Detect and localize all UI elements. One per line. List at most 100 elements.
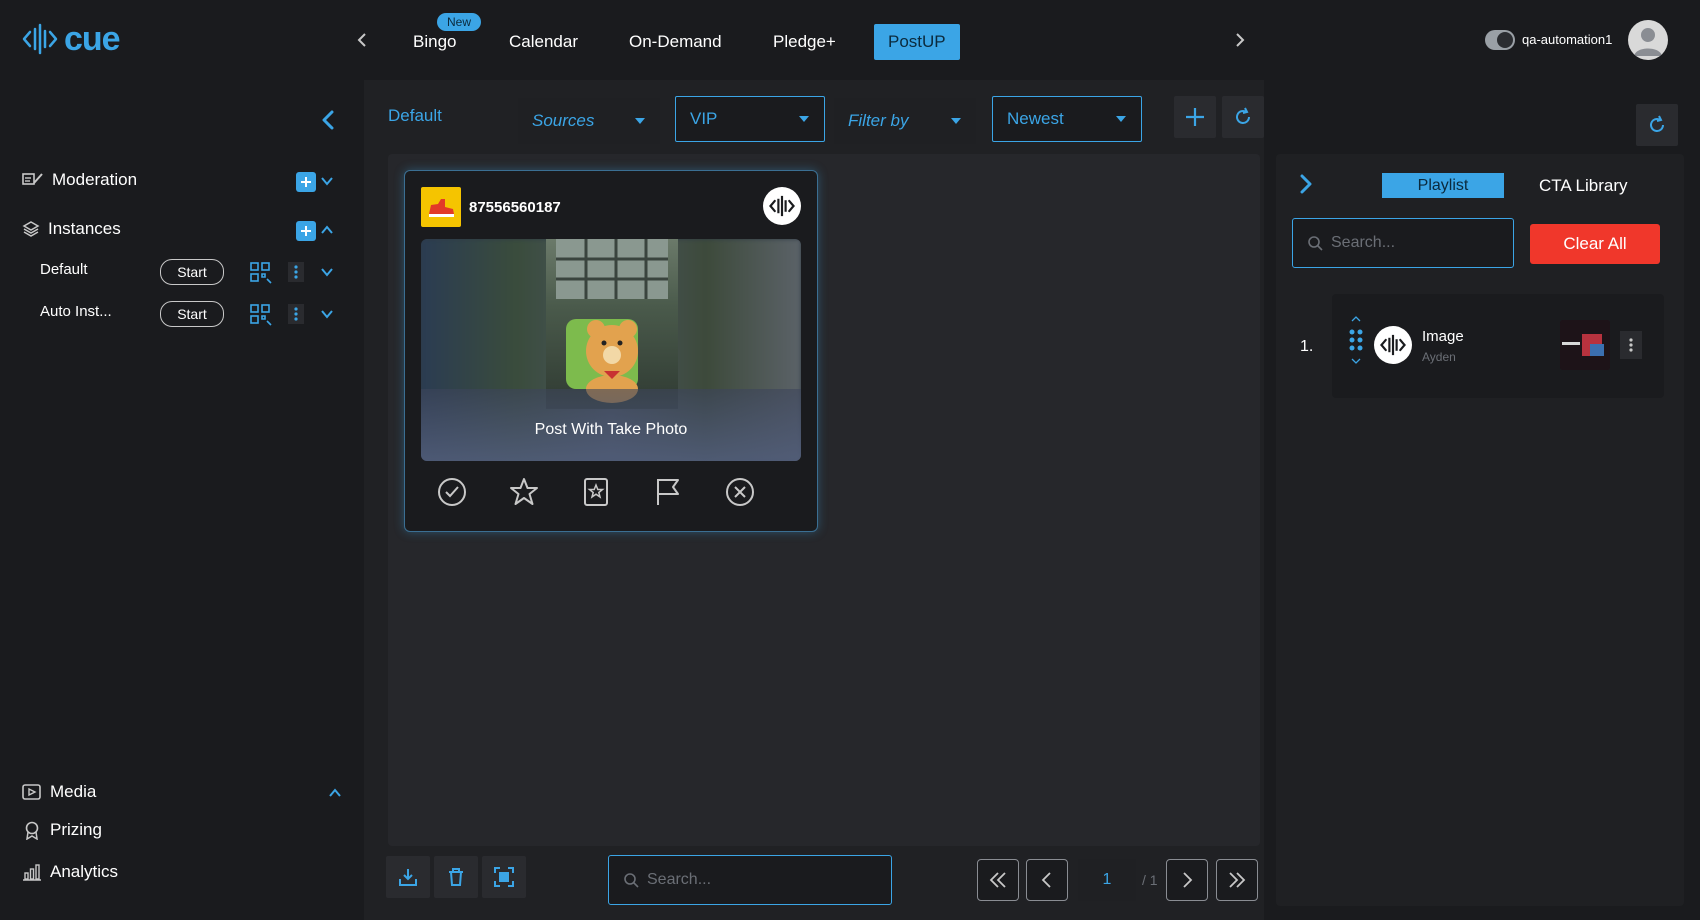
playlist-item-more-button[interactable] <box>1620 331 1642 359</box>
page-number-input[interactable]: 1 <box>1078 859 1136 901</box>
layers-icon <box>22 221 40 237</box>
post-card[interactable]: 87556560187 Post With Take Photo <box>404 170 818 532</box>
delete-button[interactable] <box>434 856 478 898</box>
theme-toggle[interactable] <box>1485 30 1515 50</box>
instance-label: Default <box>388 106 442 125</box>
prev-page-button[interactable] <box>1026 859 1068 901</box>
clear-all-button[interactable]: Clear All <box>1530 224 1660 264</box>
collapse-sidebar-button[interactable] <box>320 110 336 135</box>
caret-down-icon <box>635 118 645 124</box>
next-page-button[interactable] <box>1166 859 1208 901</box>
page-total: / 1 <box>1142 872 1158 888</box>
start-instance-button[interactable]: Start <box>160 259 224 285</box>
thumbnail-image <box>1560 320 1610 370</box>
dropdown-value: Sources <box>532 111 595 130</box>
collapse-panel-button[interactable] <box>1298 174 1314 199</box>
kebab-icon <box>288 262 304 282</box>
dropdown-value: Filter by <box>848 111 909 130</box>
vip-dropdown[interactable]: VIP <box>675 96 825 142</box>
expand-moderation-button[interactable] <box>320 174 334 193</box>
collapse-instances-button[interactable] <box>320 223 334 242</box>
chevron-left-icon <box>322 110 334 130</box>
tab-on-demand[interactable]: On-Demand <box>629 24 722 60</box>
avatar[interactable] <box>1628 20 1668 60</box>
approve-button[interactable] <box>435 475 469 509</box>
sidebar-item-analytics[interactable]: Analytics <box>22 862 118 882</box>
sidebar-item-media[interactable]: Media <box>22 782 96 802</box>
sidebar: Moderation Instances Default Start Auto … <box>0 80 364 920</box>
drag-handle[interactable] <box>1348 314 1364 381</box>
nav-next-button[interactable] <box>1228 28 1252 52</box>
instance-more-button[interactable] <box>288 262 304 287</box>
download-button[interactable] <box>386 856 430 898</box>
sidebar-item-label: Media <box>50 782 97 801</box>
close-circle-icon <box>726 478 754 506</box>
tab-bingo[interactable]: Bingo <box>413 24 456 60</box>
qr-code-button[interactable] <box>250 262 272 289</box>
posts-search-field[interactable]: Search... <box>608 855 892 905</box>
add-instance-button[interactable] <box>296 221 316 241</box>
chevrons-right-icon <box>1229 872 1246 888</box>
bookmark-button[interactable] <box>579 475 613 509</box>
refresh-button[interactable] <box>1222 96 1264 138</box>
expand-instance-button[interactable] <box>320 307 334 326</box>
chevron-down-icon <box>321 268 333 277</box>
sidebar-item-moderation[interactable]: Moderation <box>22 170 137 190</box>
nav-prev-button[interactable] <box>350 28 374 52</box>
username: qa-automation1 <box>1522 32 1613 47</box>
chevron-up-icon <box>321 225 333 234</box>
playlist-search-field[interactable]: Search... <box>1292 218 1514 268</box>
tab-calendar[interactable]: Calendar <box>509 24 578 60</box>
sources-dropdown[interactable]: Sources <box>518 98 660 144</box>
tab-postup[interactable]: PostUP <box>874 24 960 60</box>
dropdown-value: VIP <box>690 109 718 128</box>
tab-pledge-plus[interactable]: Pledge+ <box>773 24 836 60</box>
expand-instance-button[interactable] <box>320 265 334 284</box>
cue-logo[interactable]: cue <box>22 18 121 60</box>
reject-button[interactable] <box>723 475 757 509</box>
instance-name: Default <box>40 261 88 278</box>
tab-cta-library[interactable]: CTA Library <box>1539 176 1628 196</box>
cue-logo-icon <box>769 195 795 217</box>
filter-by-dropdown[interactable]: Filter by <box>834 98 976 144</box>
post-photo <box>546 239 678 409</box>
caret-down-icon <box>1116 116 1126 122</box>
teddy-bear-photo <box>556 239 668 403</box>
chevron-right-icon <box>1236 33 1245 47</box>
analytics-icon <box>23 864 41 881</box>
caret-down-icon <box>951 118 961 124</box>
qr-code-button[interactable] <box>250 304 272 331</box>
sidebar-item-instances[interactable]: Instances <box>22 219 121 239</box>
first-page-button[interactable] <box>977 859 1019 901</box>
sidebar-item-label: Instances <box>48 219 121 238</box>
cue-logo-icon <box>1380 334 1406 356</box>
chevron-down-icon <box>321 177 333 186</box>
shoe-icon <box>429 199 454 217</box>
flag-icon <box>657 479 679 505</box>
kebab-icon <box>1629 338 1633 352</box>
playlist-item[interactable]: Image Ayden <box>1332 294 1664 398</box>
playlist-item-title: Image <box>1422 328 1464 345</box>
favorite-button[interactable] <box>507 475 541 509</box>
select-all-button[interactable] <box>482 856 526 898</box>
moon-icon <box>1497 32 1513 48</box>
add-moderation-button[interactable] <box>296 172 316 192</box>
add-post-button[interactable] <box>1174 96 1216 138</box>
check-circle-icon <box>438 478 466 506</box>
tab-playlist[interactable]: Playlist <box>1382 173 1504 198</box>
search-placeholder: Search... <box>647 871 712 888</box>
flag-button[interactable] <box>651 475 685 509</box>
post-media[interactable]: Post With Take Photo <box>421 239 801 461</box>
bookmark-star-icon <box>584 478 608 506</box>
start-instance-button[interactable]: Start <box>160 301 224 327</box>
sidebar-item-prizing[interactable]: Prizing <box>22 820 102 840</box>
sort-dropdown[interactable]: Newest <box>992 96 1142 142</box>
instance-more-button[interactable] <box>288 304 304 329</box>
right-refresh-button[interactable] <box>1636 104 1678 146</box>
collapse-media-button[interactable] <box>328 786 342 805</box>
user-icon <box>1634 28 1662 56</box>
moderation-icon <box>22 173 43 185</box>
chevron-up-icon <box>329 788 341 797</box>
search-icon <box>624 873 639 888</box>
last-page-button[interactable] <box>1216 859 1258 901</box>
